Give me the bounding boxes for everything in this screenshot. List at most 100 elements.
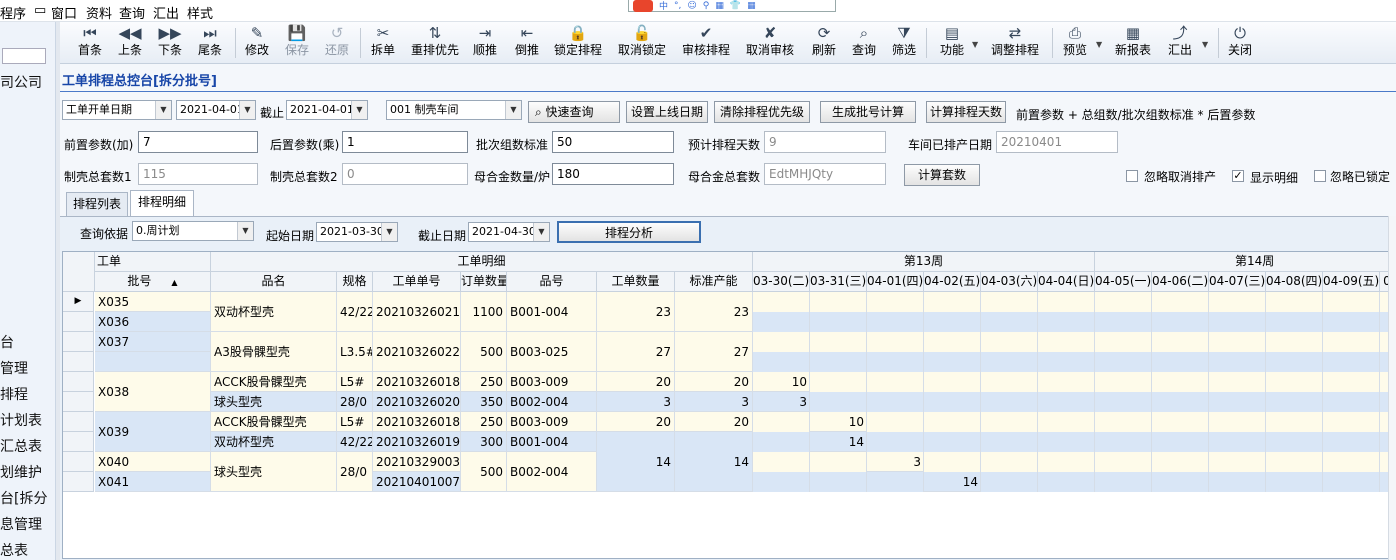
spec-cell[interactable]: 28/0 bbox=[337, 392, 373, 412]
calc-schedule-days-button[interactable]: 计算排程天数 bbox=[926, 101, 1006, 123]
nav-item-info-manage[interactable]: 息管理 bbox=[0, 514, 42, 534]
nav-item-company[interactable]: 司公司 bbox=[0, 72, 42, 92]
row-selector[interactable] bbox=[63, 332, 94, 352]
clear-priority-button[interactable]: 清除排程优先级 bbox=[714, 101, 810, 123]
row-selector[interactable] bbox=[63, 352, 94, 372]
refresh-button[interactable]: ⟳ 刷新 bbox=[808, 24, 840, 62]
product-name-cell[interactable]: 双动杯型壳 bbox=[211, 432, 337, 452]
capacity-cell[interactable]: 20 bbox=[675, 372, 753, 392]
restore-button[interactable]: ↺ 还原 bbox=[321, 24, 353, 62]
schedule-cell[interactable]: 10 bbox=[810, 412, 867, 432]
lock-schedule-button[interactable]: 🔒 锁定排程 bbox=[552, 24, 604, 62]
schedule-cell[interactable]: 10 bbox=[753, 372, 810, 392]
nav-item-manage[interactable]: 管理 bbox=[0, 358, 28, 378]
alloy-qty-input[interactable]: 180 bbox=[552, 163, 674, 185]
preview-dropdown-icon[interactable]: ▼ bbox=[1096, 40, 1102, 49]
wo-qty-cell[interactable]: 3 bbox=[597, 392, 675, 412]
menu-query[interactable]: 查询 bbox=[119, 3, 145, 22]
wo-qty-cell[interactable]: 20 bbox=[597, 412, 675, 432]
new-report-button[interactable]: ▦ 新报表 bbox=[1112, 24, 1154, 62]
ime-skin-icon[interactable]: 👕 bbox=[730, 1, 741, 11]
wo-qty-cell[interactable]: 20 bbox=[597, 372, 675, 392]
row-selector[interactable]: ▶ bbox=[63, 292, 94, 312]
capacity-cell[interactable]: 3 bbox=[675, 392, 753, 412]
filter-button[interactable]: ⧩ 筛选 bbox=[888, 24, 920, 62]
ignore-locked-checkbox[interactable] bbox=[1314, 170, 1326, 182]
quick-query-button[interactable]: ⌕ 快速查询 bbox=[528, 101, 620, 123]
nav-search-input[interactable] bbox=[2, 48, 46, 64]
wo-qty-cell[interactable]: 14 bbox=[597, 432, 675, 492]
order-no-cell[interactable]: 20210326021 bbox=[373, 292, 461, 332]
menu-style[interactable]: 样式 bbox=[187, 3, 213, 22]
next-record-button[interactable]: ▶▶ 下条 bbox=[154, 24, 186, 62]
set-online-date-button[interactable]: 设置上线日期 bbox=[626, 101, 708, 123]
batch-cell[interactable]: X039 bbox=[95, 412, 211, 452]
col-product-name[interactable]: 品名 bbox=[211, 272, 337, 292]
capacity-cell[interactable]: 23 bbox=[675, 292, 753, 332]
order-qty-cell[interactable]: 250 bbox=[461, 412, 507, 432]
order-qty-cell[interactable]: 500 bbox=[461, 452, 507, 492]
forward-schedule-button[interactable]: ⇥ 顺推 bbox=[468, 24, 502, 62]
item-no-cell[interactable]: B001-004 bbox=[507, 432, 597, 452]
order-qty-cell[interactable]: 250 bbox=[461, 372, 507, 392]
wo-qty-cell[interactable]: 23 bbox=[597, 292, 675, 332]
capacity-cell[interactable]: 14 bbox=[675, 432, 753, 492]
show-detail-checkbox[interactable]: ✓ bbox=[1232, 170, 1244, 182]
row-selector[interactable] bbox=[63, 412, 94, 432]
nav-item-plan-maint[interactable]: 划维护 bbox=[0, 462, 42, 482]
post-param-input[interactable]: 1 bbox=[342, 131, 468, 153]
nav-item-console[interactable]: 台 bbox=[0, 332, 14, 352]
function-button[interactable]: ▤ 功能 bbox=[936, 24, 968, 62]
batch-cell[interactable]: X038 bbox=[95, 372, 211, 412]
ime-voice-icon[interactable]: ⚲ bbox=[703, 1, 710, 11]
col-day[interactable]: 03-30(二) bbox=[753, 272, 810, 292]
close-button[interactable]: ⏻ 关闭 bbox=[1224, 24, 1256, 62]
order-qty-cell[interactable]: 300 bbox=[461, 432, 507, 452]
first-record-button[interactable]: ⏮ 首条 bbox=[74, 24, 106, 62]
function-dropdown-icon[interactable]: ▼ bbox=[972, 40, 978, 49]
wo-qty-cell[interactable]: 27 bbox=[597, 332, 675, 372]
spec-cell[interactable]: L5# bbox=[337, 412, 373, 432]
col-order-qty[interactable]: 订单数量 bbox=[461, 272, 507, 292]
query-basis-select[interactable]: 0.周计划 ▼ bbox=[132, 221, 254, 241]
calc-sets-button[interactable]: 计算套数 bbox=[904, 164, 980, 186]
item-no-cell[interactable]: B003-009 bbox=[507, 412, 597, 432]
order-no-cell[interactable]: 20210326020 bbox=[373, 392, 461, 412]
order-no-cell[interactable]: 20210326019 bbox=[373, 432, 461, 452]
batch-cell[interactable]: X035 bbox=[95, 292, 211, 312]
order-no-cell[interactable]: 20210329003 bbox=[373, 452, 461, 472]
ime-tools-icon[interactable]: ▦ bbox=[747, 1, 756, 11]
col-batch[interactable]: 批号 ▲ bbox=[95, 272, 211, 292]
tab-schedule-detail[interactable]: 排程明细 bbox=[130, 190, 194, 216]
col-day[interactable]: 04-04(日) bbox=[1038, 272, 1095, 292]
col-day[interactable]: 03-31(三) bbox=[810, 272, 867, 292]
save-button[interactable]: 💾 保存 bbox=[281, 24, 313, 62]
backward-schedule-button[interactable]: ⇤ 倒推 bbox=[510, 24, 544, 62]
end-date-picker[interactable]: 2021-04-01 ▼ bbox=[286, 100, 368, 120]
product-name-cell[interactable]: ACCK股骨髁型壳 bbox=[211, 372, 337, 392]
query-button[interactable]: ⌕ 查询 bbox=[848, 24, 880, 62]
row-selector[interactable] bbox=[63, 392, 94, 412]
ime-punct-icon[interactable]: °, bbox=[674, 1, 681, 11]
spec-cell[interactable]: L5# bbox=[337, 372, 373, 392]
order-qty-cell[interactable]: 350 bbox=[461, 392, 507, 412]
nav-item-total-table[interactable]: 总表 bbox=[0, 540, 28, 560]
item-no-cell[interactable]: B001-004 bbox=[507, 292, 597, 332]
product-name-cell[interactable]: 双动杯型壳 bbox=[211, 292, 337, 332]
col-day[interactable]: 04-03(六) bbox=[981, 272, 1038, 292]
col-day[interactable]: 04-01(四) bbox=[867, 272, 924, 292]
last-record-button[interactable]: ⏭ 尾条 bbox=[194, 24, 226, 62]
order-no-cell[interactable]: 20210326022 bbox=[373, 332, 461, 372]
col-order-no[interactable]: 工单单号 bbox=[373, 272, 461, 292]
col-day[interactable]: 04-09(五) bbox=[1323, 272, 1380, 292]
prev-record-button[interactable]: ◀◀ 上条 bbox=[114, 24, 146, 62]
col-item-no[interactable]: 品号 bbox=[507, 272, 597, 292]
row-selector[interactable] bbox=[63, 372, 94, 392]
schedule-cell[interactable]: 14 bbox=[810, 432, 867, 452]
col-capacity[interactable]: 标准产能 bbox=[675, 272, 753, 292]
order-qty-cell[interactable]: 500 bbox=[461, 332, 507, 372]
detail-end-date-picker[interactable]: 2021-04-30 ▼ bbox=[468, 222, 550, 242]
split-order-button[interactable]: ✂ 拆单 bbox=[366, 24, 400, 62]
unlock-button[interactable]: 🔓 取消锁定 bbox=[616, 24, 668, 62]
approve-schedule-button[interactable]: ✔ 审核排程 bbox=[680, 24, 732, 62]
